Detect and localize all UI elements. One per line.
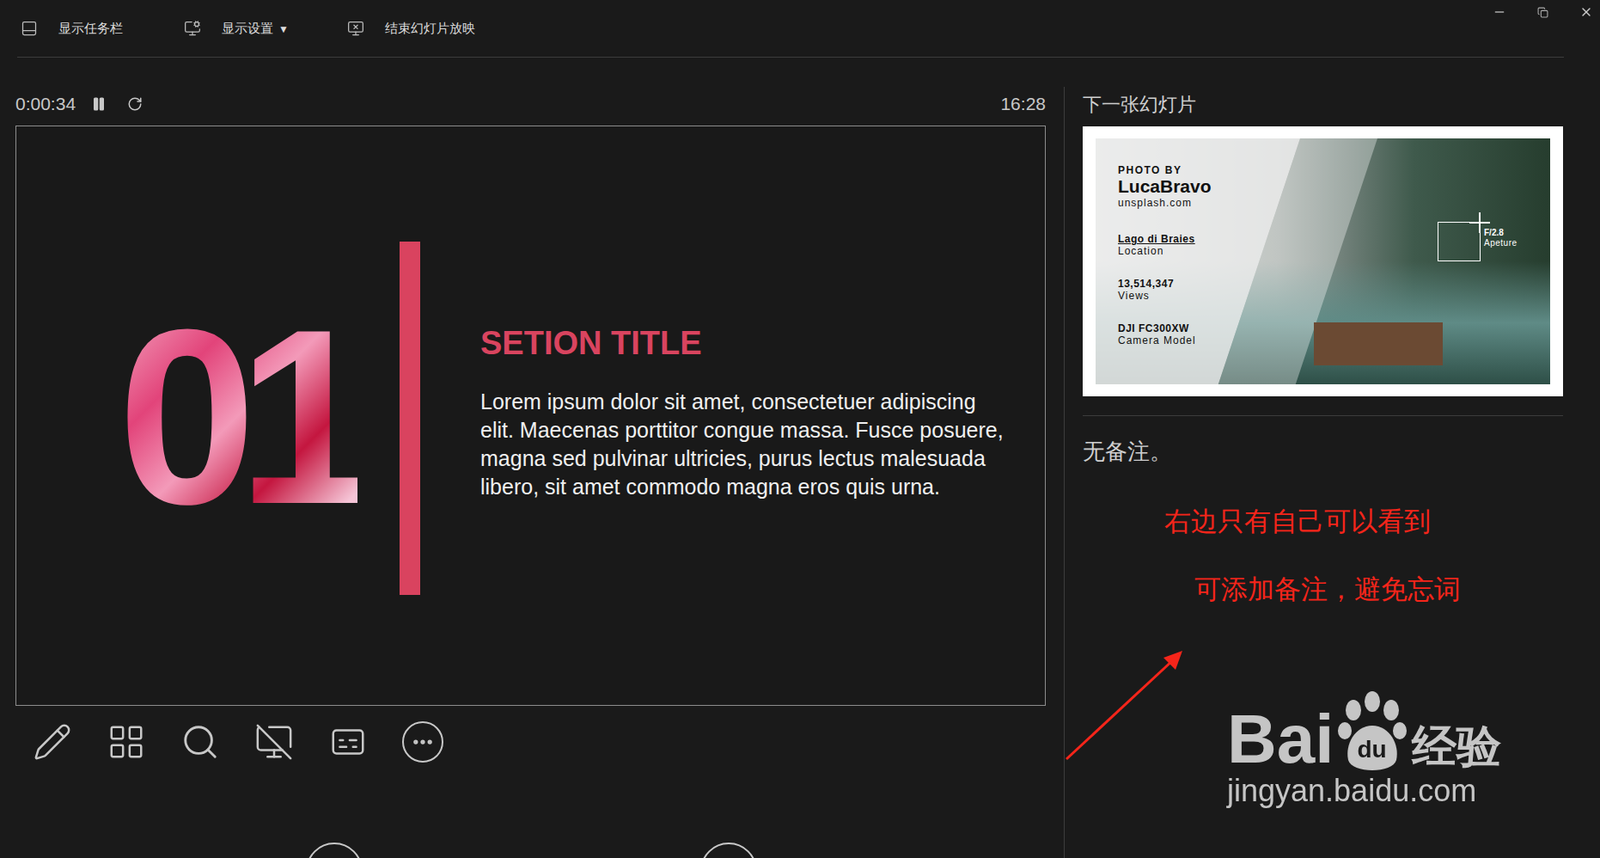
annotation-text: 可添加备注，避免忘词 <box>1194 569 1461 611</box>
slide-tools <box>15 720 1046 763</box>
accent-bar <box>399 241 421 595</box>
all-slides-icon[interactable] <box>106 721 147 762</box>
presenter-view: 显示任务栏显示设置▼结束幻灯片放映 0:00:34 16:28 01 SETION TI… <box>0 0 1600 858</box>
end-show-icon <box>347 19 365 37</box>
pause-button[interactable] <box>91 96 107 112</box>
annotation-arrow-icon <box>1056 640 1195 770</box>
next-slide-heading: 下一张幻灯片 <box>1082 86 1563 122</box>
focus-frame <box>1437 221 1481 262</box>
next-slide-preview[interactable]: PHOTO BYLucaBravounsplash.com Lago di Bra… <box>1082 126 1564 397</box>
speaker-notes[interactable]: 无备注。 <box>1082 434 1563 469</box>
restore-icon[interactable] <box>1537 6 1549 19</box>
photo-author: LucaBravo <box>1117 176 1212 197</box>
top-separator <box>17 56 1564 58</box>
pause-icon <box>91 96 107 112</box>
clock: 16:28 <box>1000 90 1046 118</box>
more-button[interactable] <box>402 720 444 763</box>
toolbar-button[interactable]: 结束幻灯片放映 <box>347 0 511 57</box>
current-slide: 01 SETION TITLE Lorem ipsum dolor sit amet… <box>15 125 1046 706</box>
photo-fact: DJI FC300XWCamera Model <box>1117 322 1212 347</box>
pen-icon[interactable] <box>32 721 73 762</box>
minimize-icon[interactable] <box>1492 5 1507 19</box>
aperture: F/2.8Apeture <box>1483 227 1518 249</box>
annotation-text: 右边只有自己可以看到 <box>1164 501 1431 543</box>
section-title: SETION TITLE <box>480 323 1014 364</box>
black-screen-icon[interactable] <box>254 721 294 762</box>
section-number: 01 <box>117 291 358 541</box>
toolbar-button[interactable]: 显示设置▼ <box>183 0 348 57</box>
photo-fact: 13,514,347Views <box>1117 277 1212 302</box>
taskbar-icon <box>20 19 38 37</box>
restart-icon[interactable] <box>127 96 143 112</box>
subtitles-icon[interactable] <box>328 721 368 762</box>
section-body: Lorem ipsum dolor sit amet, consectetuer… <box>480 387 1014 501</box>
notes-separator <box>1082 415 1564 416</box>
top-bar: 显示任务栏显示设置▼结束幻灯片放映 <box>0 0 1600 57</box>
photo-site: unsplash.com <box>1117 196 1212 209</box>
photo-by-label: PHOTO BY <box>1117 164 1212 177</box>
close-icon[interactable] <box>1579 5 1594 19</box>
slide-navigation <box>15 842 1046 858</box>
more-icon <box>410 729 435 754</box>
zoom-icon[interactable] <box>180 721 220 762</box>
next-button[interactable] <box>700 842 758 858</box>
timer-row: 0:00:34 16:28 <box>15 86 1046 122</box>
elapsed-time: 0:00:34 <box>15 90 76 118</box>
window-controls <box>1492 5 1594 19</box>
display-settings-icon <box>183 19 202 37</box>
toolbar-button[interactable]: 显示任务栏 <box>20 0 184 57</box>
baidu-watermark: Baidu经验jingyan.baidu.com <box>1227 687 1502 807</box>
previous-button[interactable] <box>305 842 363 858</box>
photo-fact: Lago di BraiesLocation <box>1117 232 1212 257</box>
current-slide-pane: 0:00:34 16:28 01 SETION TITLE Lorem ipsum do… <box>0 86 1064 858</box>
